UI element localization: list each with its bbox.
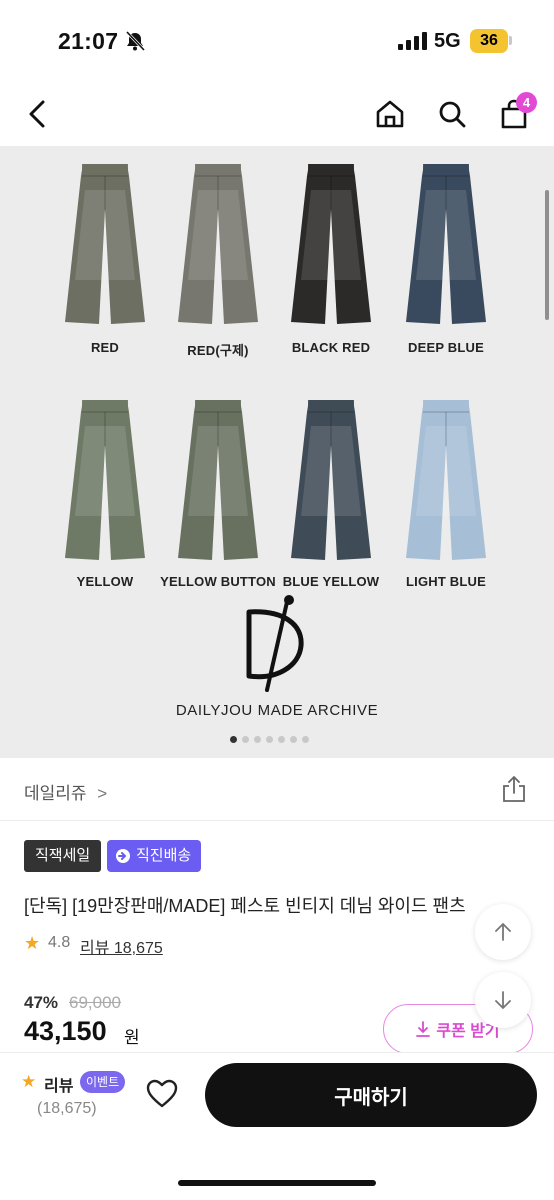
status-time: 21:07 <box>58 28 119 54</box>
star-icon: ★ <box>24 933 41 953</box>
back-button[interactable] <box>18 94 58 134</box>
product-title: [단독] [19만장판매/MADE] 페스토 빈티지 데님 와이드 팬츠 <box>24 896 466 916</box>
jeans-variant-image <box>291 164 371 324</box>
variant-label: YELLOW <box>76 574 134 589</box>
carousel-dot[interactable] <box>254 736 261 743</box>
sale-price: 43,150 <box>24 1016 107 1046</box>
sale-tag: 직잭세일 <box>24 840 102 872</box>
home-button[interactable] <box>370 94 410 134</box>
discount-rate: 47% <box>24 993 59 1012</box>
variant-label: BLUE YELLOW <box>282 574 380 589</box>
delivery-tag: 직진배송 <box>107 840 202 872</box>
jeans-variant-image <box>65 400 145 560</box>
brand-name: 데일리쥬 <box>24 784 87 803</box>
review-link[interactable]: 리뷰 18,675 <box>80 934 163 958</box>
carousel-dot[interactable] <box>242 736 249 743</box>
brand-caption: DAILYJOU MADE ARCHIVE <box>175 702 379 719</box>
battery-tip <box>509 36 512 45</box>
scrollbar[interactable] <box>545 190 549 320</box>
jeans-variant-image <box>178 400 258 560</box>
carousel-dot[interactable] <box>278 736 285 743</box>
buy-button[interactable]: 구매하기 <box>205 1063 537 1127</box>
original-price: 69,000 <box>69 993 121 1012</box>
variant-label: RED <box>90 340 120 355</box>
product-image-carousel[interactable]: RED RED(구제) BLACK RED DEEP BLUE YELLOW YELLOW… <box>0 146 554 758</box>
download-icon <box>416 1021 431 1037</box>
variant-label: LIGHT BLUE <box>406 574 486 589</box>
variant-label: DEEP BLUE <box>408 340 484 355</box>
chevron-right-icon: > <box>97 784 108 803</box>
jeans-variant-image <box>406 400 486 560</box>
heart-icon[interactable] <box>144 1076 180 1112</box>
star-icon: ★ <box>21 1072 37 1091</box>
network-type: 5G <box>434 30 461 52</box>
delivery-tag-label: 직진배송 <box>136 847 192 864</box>
variant-label: YELLOW BUTTON <box>160 574 276 589</box>
chevron-left-icon <box>29 100 45 128</box>
rating-value: 4.8 <box>48 934 71 951</box>
jeans-variant-image <box>65 164 145 324</box>
battery-indicator: 36 <box>470 29 508 53</box>
home-indicator <box>178 1180 376 1186</box>
signal-icon <box>398 32 427 50</box>
event-badge: 이벤트 <box>80 1071 126 1093</box>
carousel-dot[interactable] <box>230 736 237 743</box>
cart-count-badge: 4 <box>516 92 537 113</box>
variant-label: RED(구제) <box>187 343 249 358</box>
carousel-dot[interactable] <box>290 736 297 743</box>
jeans-variant-image <box>406 164 486 324</box>
carousel-dot[interactable] <box>302 736 309 743</box>
scroll-down-button[interactable] <box>475 972 531 1028</box>
price-unit: 원 <box>124 1028 140 1047</box>
bottom-review-count: (18,675) <box>37 1100 97 1117</box>
carousel-indicator <box>230 736 309 743</box>
delivery-icon <box>116 849 130 863</box>
carousel-dot[interactable] <box>266 736 273 743</box>
arrow-up-icon <box>495 923 511 941</box>
variant-label: BLACK RED <box>291 340 371 355</box>
bottom-review-label[interactable]: 리뷰 <box>44 1072 73 1096</box>
arrow-down-icon <box>495 991 511 1009</box>
brand-link[interactable]: 데일리쥬 > <box>24 779 107 804</box>
brand-logo <box>246 595 304 692</box>
home-icon <box>376 100 404 128</box>
search-icon <box>439 101 466 128</box>
scroll-up-button[interactable] <box>475 904 531 960</box>
share-button[interactable] <box>500 774 528 809</box>
share-icon <box>503 776 525 802</box>
bell-muted-icon <box>125 30 146 52</box>
search-button[interactable] <box>432 94 472 134</box>
divider <box>0 820 554 821</box>
jeans-variant-image <box>291 400 371 560</box>
jeans-variant-image <box>178 164 258 324</box>
